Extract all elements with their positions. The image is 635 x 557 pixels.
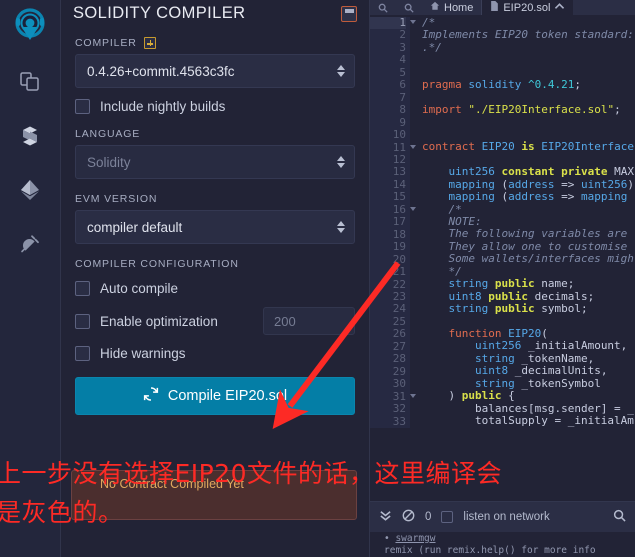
sidebar-item-plugin-manager[interactable] xyxy=(8,222,52,266)
compiler-label-text: COMPILER xyxy=(75,37,137,49)
line-number: 32 xyxy=(392,402,406,416)
line-number: 4 xyxy=(399,53,406,67)
nightly-builds-checkbox[interactable] xyxy=(75,99,90,114)
terminal-panel: 0 listen on network • swarmgw remix (run… xyxy=(370,501,635,557)
search-icon[interactable] xyxy=(613,509,626,525)
auto-compile-row[interactable]: Auto compile xyxy=(75,281,355,296)
compiler-label: COMPILER xyxy=(75,37,355,49)
panel-header: SOLIDITY COMPILER xyxy=(61,0,369,23)
swarmgw-link[interactable]: swarmgw xyxy=(395,533,435,544)
tab-eip20-sol-label: EIP20.sol xyxy=(503,1,551,14)
terminal-log: • swarmgw remix (run remix.help() for mo… xyxy=(370,532,635,557)
nightly-builds-label: Include nightly builds xyxy=(100,99,226,114)
code-line: .*/ xyxy=(422,40,442,54)
tab-eip20-sol[interactable]: EIP20.sol xyxy=(482,0,574,15)
code-line: uint8 _decimalUnits, xyxy=(474,364,608,378)
terminal-log-line: • swarmgw xyxy=(384,533,436,544)
line-number: 15 xyxy=(392,190,406,204)
listen-on-network-checkbox[interactable] xyxy=(441,511,454,523)
line-number: 6 xyxy=(399,78,406,92)
line-number: 26 xyxy=(392,327,406,341)
line-number: 33 xyxy=(392,414,406,428)
sidebar-item-solidity-compiler[interactable] xyxy=(8,114,52,158)
fold-arrow-icon[interactable] xyxy=(410,393,416,398)
code-line: Implements EIP20 token standard: xyxy=(422,28,634,42)
no-entry-icon[interactable] xyxy=(402,509,415,525)
page-title: SOLIDITY COMPILER xyxy=(73,4,246,22)
code-lines[interactable]: /* Implements EIP20 token standard: .*/pra… xyxy=(410,16,634,428)
evm-version-label: EVM VERSION xyxy=(75,193,158,205)
line-number: 21 xyxy=(392,265,406,279)
zoom-out-icon[interactable] xyxy=(370,0,396,15)
zoom-in-icon[interactable] xyxy=(396,0,422,15)
home-icon xyxy=(430,1,440,14)
code-line: ) public { xyxy=(422,389,515,403)
terminal-log-line: remix (run remix.help() for more info xyxy=(384,545,596,556)
evm-version-value: compiler default xyxy=(87,219,183,235)
line-number: 24 xyxy=(392,302,406,316)
hide-warnings-checkbox[interactable] xyxy=(75,346,90,361)
editor-tabbar: Home EIP20.sol xyxy=(370,0,635,15)
language-label: LANGUAGE xyxy=(75,128,141,140)
compile-button[interactable]: Compile EIP20.sol xyxy=(75,377,355,415)
auto-compile-checkbox[interactable] xyxy=(75,281,90,296)
auto-compile-label: Auto compile xyxy=(100,281,179,296)
chevrons-down-icon[interactable] xyxy=(379,509,392,525)
panel-toggle-icon[interactable] xyxy=(341,5,357,22)
nightly-builds-row[interactable]: Include nightly builds xyxy=(75,99,355,114)
terminal-count: 0 xyxy=(425,511,432,523)
compiler-version-select[interactable]: 0.4.26+commit.4563c3fc xyxy=(75,54,355,88)
refresh-icon xyxy=(143,386,159,406)
listen-on-network-label: listen on network xyxy=(463,511,550,523)
hide-warnings-row[interactable]: Hide warnings xyxy=(75,346,355,361)
enable-optimization-label: Enable optimization xyxy=(100,313,218,329)
line-number-gutter: 1 2 3 4 5 6 7 8 9 10 11 12 13 14 15 16 17 18 19 20 21 22 23 24 2… xyxy=(370,16,416,428)
compiler-version-value: 0.4.26+commit.4563c3fc xyxy=(87,63,235,79)
terminal-toolbar: 0 listen on network xyxy=(370,502,635,532)
code-line: totalSupply = _initialAm xyxy=(422,414,634,427)
annotation-text-line1: 上一步没有选择EIP20文件的话，这里编译会 xyxy=(0,459,503,488)
close-icon[interactable] xyxy=(554,2,565,14)
code-line: uint256 _initialAmount, xyxy=(474,339,628,353)
compile-button-label: Compile EIP20.sol xyxy=(167,388,288,404)
remix-ide-window: SOLIDITY COMPILER COMPILER 0.4.26+commit… xyxy=(0,0,635,557)
annotation-text-line2: 是灰色的。 xyxy=(0,498,124,527)
fold-arrow-icon[interactable] xyxy=(410,206,416,211)
chevron-updown-icon xyxy=(337,65,345,77)
remix-logo-icon[interactable] xyxy=(7,4,53,50)
code-line: string public symbol; xyxy=(448,302,588,316)
chevron-updown-icon xyxy=(337,221,345,233)
line-number: 17 xyxy=(392,215,406,229)
compiler-section: COMPILER 0.4.26+commit.4563c3fc Include … xyxy=(61,37,369,361)
file-icon xyxy=(490,1,499,14)
enable-optimization-checkbox[interactable] xyxy=(75,313,90,329)
enable-optimization-row[interactable]: Enable optimization 200 xyxy=(75,307,355,335)
chevron-updown-icon xyxy=(337,156,345,168)
line-number: 10 xyxy=(392,128,406,142)
language-value: Solidity xyxy=(87,154,131,170)
fold-arrow-icon[interactable] xyxy=(410,20,416,24)
tab-home-label: Home xyxy=(444,1,474,14)
plus-box-icon[interactable] xyxy=(143,37,156,49)
evm-version-select[interactable]: compiler default xyxy=(75,210,355,244)
optimization-runs-input[interactable]: 200 xyxy=(263,307,355,335)
compiler-configuration-label: COMPILER CONFIGURATION xyxy=(75,258,239,270)
sidebar-item-deploy-run[interactable] xyxy=(8,168,52,212)
code-line: pragma solidity ^0.4.21; xyxy=(422,78,581,92)
code-area[interactable]: 1 2 3 4 5 6 7 8 9 10 11 12 13 14 15 16 17 18 19 20 21 22 23 24 2… xyxy=(370,15,635,428)
hide-warnings-label: Hide warnings xyxy=(100,346,186,361)
code-line: contract EIP20 is EIP20Interface xyxy=(422,140,634,154)
tab-home[interactable]: Home xyxy=(422,0,481,15)
line-number: 28 xyxy=(392,352,406,366)
line-number: 30 xyxy=(392,377,406,391)
language-select[interactable]: Solidity xyxy=(75,145,355,179)
sidebar-item-file-explorer[interactable] xyxy=(8,60,52,104)
code-line: import "./EIP20Interface.sol"; xyxy=(422,103,621,117)
line-number: 19 xyxy=(392,240,406,254)
line-number: 8 xyxy=(399,103,406,117)
fold-arrow-icon[interactable] xyxy=(410,144,416,149)
